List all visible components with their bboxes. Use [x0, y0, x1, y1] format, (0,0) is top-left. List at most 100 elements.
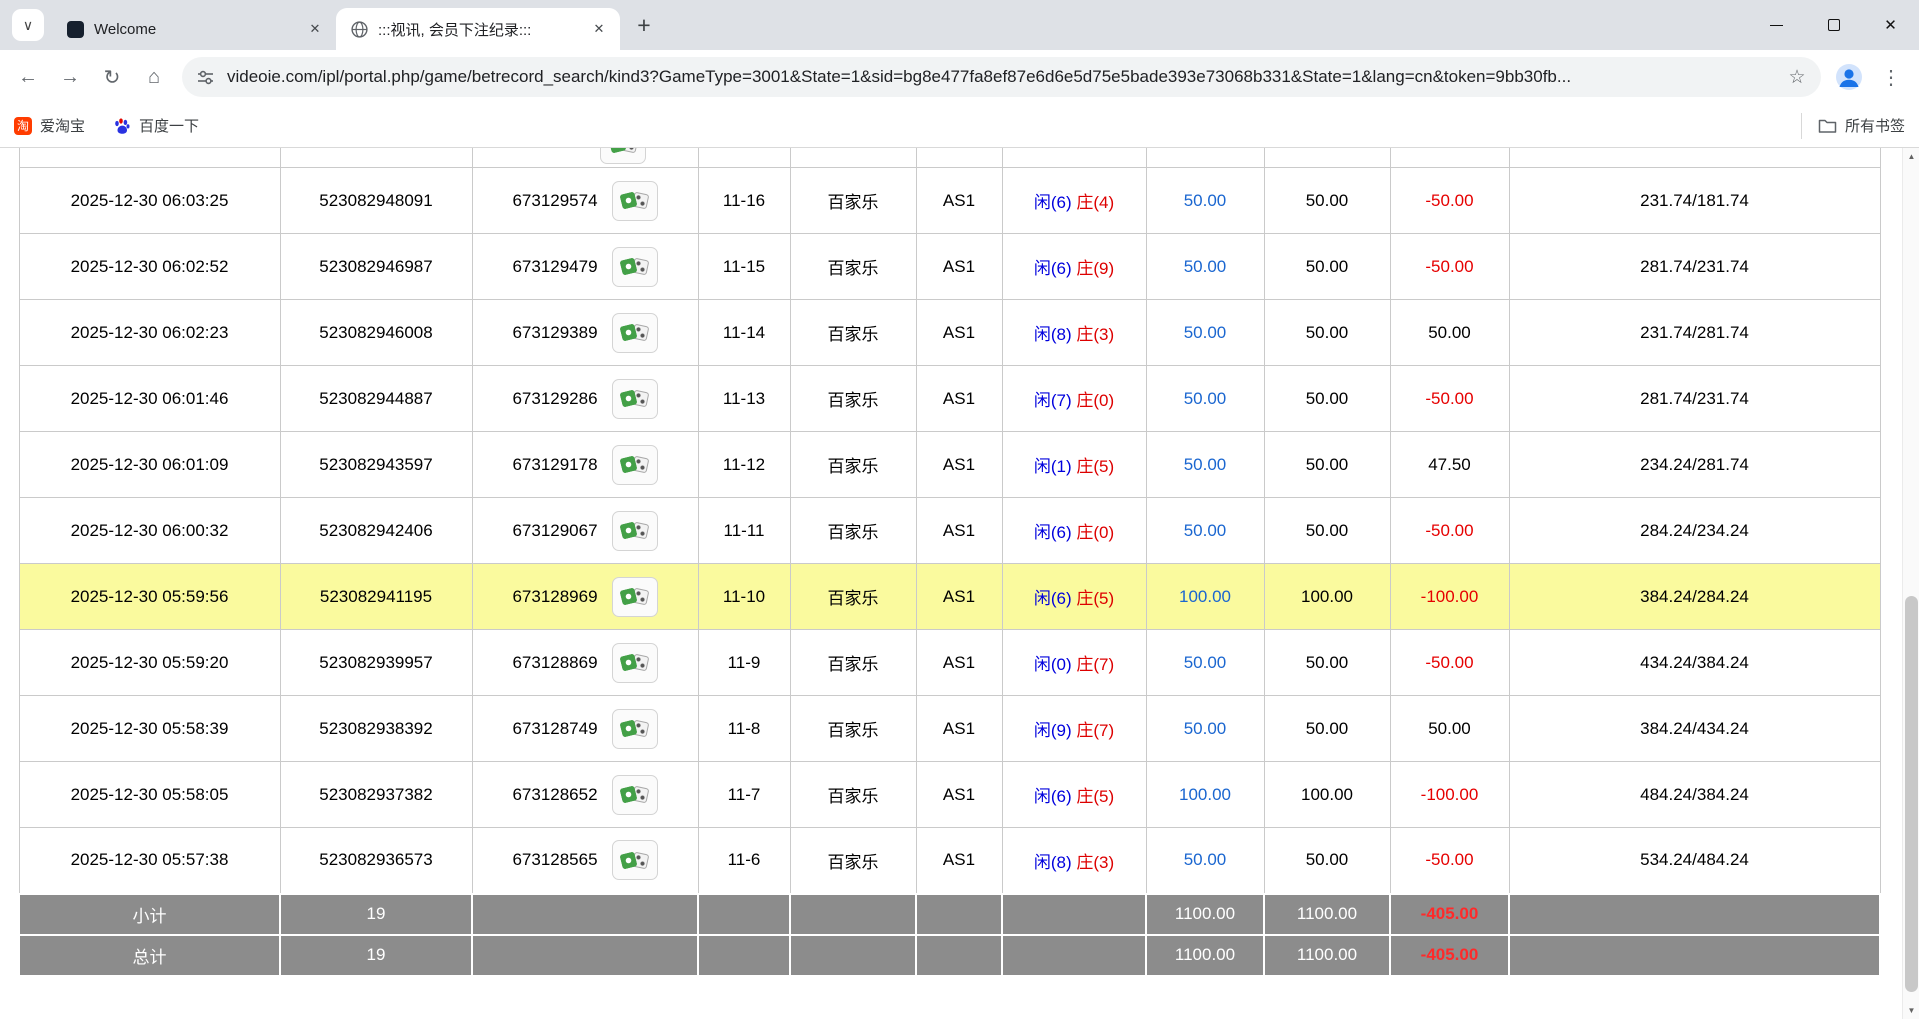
- cell-bet-amount[interactable]: 50.00: [1146, 828, 1264, 894]
- maximize-button[interactable]: [1805, 0, 1862, 50]
- cell-balance: [1509, 148, 1880, 168]
- dice-video-icon[interactable]: [612, 445, 658, 485]
- footer-empty-cell: [916, 894, 1002, 935]
- cell-game-id: 673128565: [472, 828, 698, 894]
- bookmark-star-button[interactable]: ☆: [1781, 61, 1813, 93]
- bet-table-footer: 小计 19 1100.00 1100.00 -405.00 总计 19: [19, 894, 1880, 976]
- cell-winloss: -50.00: [1390, 828, 1509, 894]
- dice-video-icon[interactable]: [612, 313, 658, 353]
- site-info-icon[interactable]: [196, 68, 215, 87]
- footer-empty-cell: [1002, 935, 1146, 976]
- cell-bet-id: [280, 148, 472, 168]
- scroll-down-arrow[interactable]: ▼: [1903, 1002, 1919, 1019]
- cell-bet-amount[interactable]: 50.00: [1146, 696, 1264, 762]
- table-row[interactable]: 2025-12-30 06:02:52523082946987673129479…: [19, 234, 1880, 300]
- dice-video-icon[interactable]: [612, 511, 658, 551]
- cell-round: 11-7: [698, 762, 790, 828]
- cell-balance: 284.24/234.24: [1509, 498, 1880, 564]
- footer-empty-cell: [1509, 894, 1880, 935]
- cell-winloss: 50.00: [1390, 300, 1509, 366]
- reload-button[interactable]: ↻: [92, 57, 132, 97]
- bookmark-baidu[interactable]: 百度一下: [113, 115, 199, 136]
- cell-valid-amount: 50.00: [1264, 234, 1390, 300]
- dice-video-icon[interactable]: [612, 775, 658, 815]
- table-row[interactable]: 2025-12-30 06:01:09523082943597673129178…: [19, 432, 1880, 498]
- cell-valid-amount: 50.00: [1264, 432, 1390, 498]
- cell-game: 百家乐: [790, 234, 916, 300]
- cell-table: AS1: [916, 762, 1002, 828]
- cell-time: 2025-12-30 06:03:25: [19, 168, 280, 234]
- table-row[interactable]: 2025-12-30 05:58:39523082938392673128749…: [19, 696, 1880, 762]
- tab-close-icon[interactable]: ✕: [588, 18, 610, 40]
- total-bet: 1100.00: [1146, 935, 1264, 976]
- table-row[interactable]: 2025-12-30 06:03:25523082948091673129574…: [19, 168, 1880, 234]
- cell-table: AS1: [916, 630, 1002, 696]
- cell-valid-amount: 50.00: [1264, 828, 1390, 894]
- table-row[interactable]: 2025-12-30 06:01:46523082944887673129286…: [19, 366, 1880, 432]
- tab-welcome[interactable]: Welcome ✕: [52, 8, 336, 50]
- scroll-up-arrow[interactable]: ▲: [1903, 148, 1919, 165]
- cell-table: AS1: [916, 234, 1002, 300]
- cell-bet-amount[interactable]: 50.00: [1146, 630, 1264, 696]
- url-bar[interactable]: videoie.com/ipl/portal.php/game/betrecor…: [182, 57, 1821, 97]
- cell-game-id: 673129286: [472, 366, 698, 432]
- cell-bet-amount[interactable]: 50.00: [1146, 366, 1264, 432]
- tab-strip: ∨ Welcome ✕ :::视讯, 会员下注纪录::: ✕ + ✕: [0, 0, 1919, 50]
- cell-bet-amount[interactable]: 100.00: [1146, 564, 1264, 630]
- dice-video-icon[interactable]: [612, 247, 658, 287]
- cell-bet-amount[interactable]: 50.00: [1146, 168, 1264, 234]
- cell-result: 闲(9) 庄(7): [1002, 696, 1146, 762]
- home-button[interactable]: ⌂: [134, 57, 174, 97]
- cell-bet-id: 523082946987: [280, 234, 472, 300]
- new-tab-button[interactable]: +: [626, 7, 662, 43]
- minimize-button[interactable]: [1748, 0, 1805, 50]
- cell-balance: 384.24/434.24: [1509, 696, 1880, 762]
- minimize-icon: [1770, 25, 1783, 26]
- cell-bet-amount[interactable]: 50.00: [1146, 234, 1264, 300]
- dice-video-icon[interactable]: [612, 643, 658, 683]
- cell-bet-amount[interactable]: 50.00: [1146, 432, 1264, 498]
- tab-betrecord[interactable]: :::视讯, 会员下注纪录::: ✕: [336, 8, 620, 50]
- cell-game: 百家乐: [790, 366, 916, 432]
- cell-table: [916, 148, 1002, 168]
- table-row[interactable]: 2025-12-30 05:59:56523082941195673128969…: [19, 564, 1880, 630]
- dice-video-icon[interactable]: [600, 148, 646, 164]
- cell-balance: 484.24/384.24: [1509, 762, 1880, 828]
- back-button[interactable]: ←: [8, 57, 48, 97]
- dice-video-icon[interactable]: [612, 379, 658, 419]
- table-row[interactable]: 2025-12-30 05:58:05523082937382673128652…: [19, 762, 1880, 828]
- dice-video-icon[interactable]: [612, 709, 658, 749]
- url-text[interactable]: videoie.com/ipl/portal.php/game/betrecor…: [227, 67, 1769, 87]
- subtotal-count: 19: [280, 894, 472, 935]
- close-button[interactable]: ✕: [1862, 0, 1919, 50]
- cell-bet-amount[interactable]: 50.00: [1146, 300, 1264, 366]
- cell-bet-id: 523082944887: [280, 366, 472, 432]
- scrollbar-thumb[interactable]: [1905, 596, 1918, 992]
- cell-valid-amount: 50.00: [1264, 300, 1390, 366]
- subtotal-bet: 1100.00: [1146, 894, 1264, 935]
- table-row[interactable]: 2025-12-30 05:59:20523082939957673128869…: [19, 630, 1880, 696]
- table-row[interactable]: 2025-12-30 05:57:38523082936573673128565…: [19, 828, 1880, 894]
- forward-button[interactable]: →: [50, 57, 90, 97]
- cell-game: 百家乐: [790, 696, 916, 762]
- table-row[interactable]: 2025-12-30 06:02:23523082946008673129389…: [19, 300, 1880, 366]
- vertical-scrollbar[interactable]: ▲ ▼: [1902, 148, 1919, 1019]
- cell-game: 百家乐: [790, 564, 916, 630]
- dice-video-icon[interactable]: [612, 181, 658, 221]
- browser-menu-button[interactable]: ⋮: [1871, 57, 1911, 97]
- cell-bet-amount[interactable]: 50.00: [1146, 498, 1264, 564]
- dice-video-icon[interactable]: [612, 840, 658, 880]
- all-bookmarks-button[interactable]: 所有书签: [1801, 113, 1905, 139]
- cell-time: 2025-12-30 05:59:56: [19, 564, 280, 630]
- cell-balance: 384.24/284.24: [1509, 564, 1880, 630]
- table-row[interactable]: 2025-12-30 06:00:32523082942406673129067…: [19, 498, 1880, 564]
- tab-close-icon[interactable]: ✕: [304, 18, 326, 40]
- cell-round: 11-10: [698, 564, 790, 630]
- bookmark-aitaobao[interactable]: 淘 爱淘宝: [14, 115, 85, 136]
- tab-search-button[interactable]: ∨: [12, 9, 44, 41]
- profile-avatar-button[interactable]: [1829, 57, 1869, 97]
- cell-bet-amount[interactable]: 100.00: [1146, 762, 1264, 828]
- dice-video-icon[interactable]: [612, 577, 658, 617]
- cell-bet-id: 523082941195: [280, 564, 472, 630]
- cell-game: 百家乐: [790, 630, 916, 696]
